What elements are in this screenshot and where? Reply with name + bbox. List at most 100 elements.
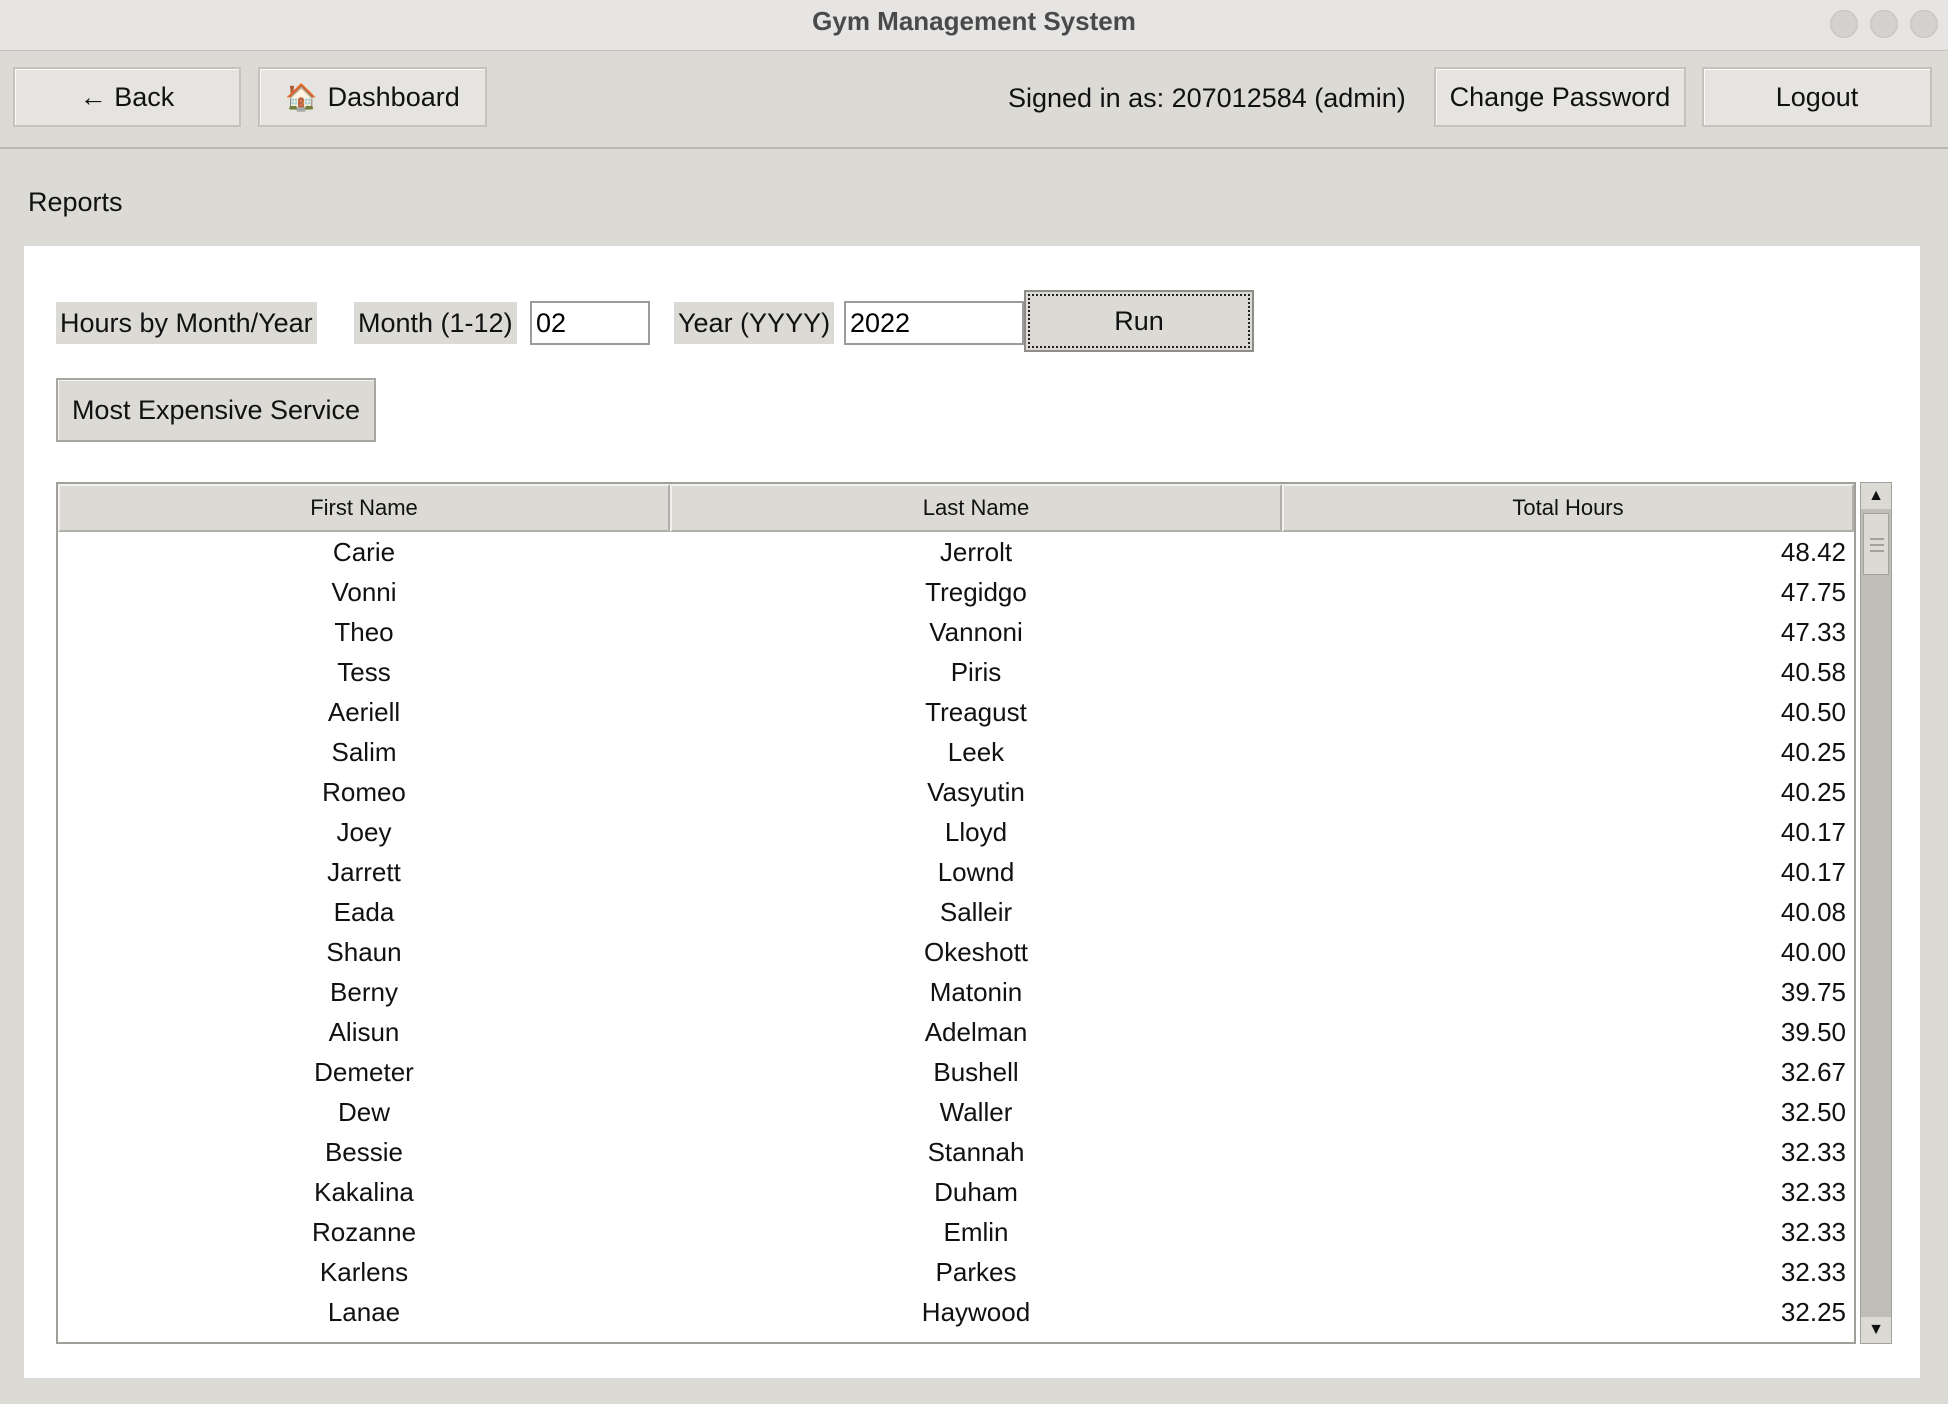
most-expensive-service-button[interactable]: Most Expensive Service <box>56 378 376 442</box>
last-name-cell: Okeshott <box>923 936 1029 967</box>
month-input[interactable] <box>530 301 650 345</box>
last-name-cell: Jerrolt <box>939 536 1013 567</box>
first-name-cell: Joey <box>336 816 392 847</box>
year-input[interactable] <box>844 301 1024 345</box>
window-control-close-icon[interactable] <box>1830 10 1858 38</box>
dashboard-button-label: Dashboard <box>327 81 460 112</box>
table-row[interactable]: Carie Jerrolt 48.42 <box>58 532 1854 572</box>
last-name-cell: Emlin <box>943 1216 1009 1247</box>
total-hours-cell: 40.00 <box>1780 936 1846 967</box>
total-hours-cell: 32.33 <box>1780 1176 1846 1207</box>
last-name-cell: Salleir <box>939 896 1013 927</box>
run-button[interactable]: Run <box>1024 290 1254 352</box>
first-name-cell: Carie <box>332 536 396 567</box>
table-row[interactable]: Rozanne Emlin 32.33 <box>58 1212 1854 1252</box>
total-hours-cell: 32.50 <box>1780 1096 1846 1127</box>
first-name-cell: Dew <box>337 1096 390 1127</box>
window-control-zoom-icon[interactable] <box>1910 10 1938 38</box>
first-name-cell: Lanae <box>327 1296 401 1327</box>
change-password-button[interactable]: Change Password <box>1434 67 1686 127</box>
total-hours-cell: 40.50 <box>1780 696 1846 727</box>
house-icon: 🏠 <box>285 81 318 112</box>
last-name-cell: Vasyutin <box>927 776 1025 807</box>
last-name-cell: Waller <box>939 1096 1013 1127</box>
report-table: First Name Last Name Total Hours Carie Je… <box>56 482 1856 1344</box>
table-body: Carie Jerrolt 48.42 Vonni Tregidgo 47.75 Theo V… <box>58 532 1854 1332</box>
table-row[interactable]: Joey Lloyd 40.17 <box>58 812 1854 852</box>
last-name-cell: Parkes <box>935 1256 1017 1287</box>
scroll-up-icon[interactable]: ▲ <box>1861 483 1891 509</box>
first-name-cell: Bessie <box>324 1136 404 1167</box>
dashboard-button[interactable]: 🏠 Dashboard <box>258 67 487 127</box>
total-hours-cell: 32.33 <box>1780 1256 1846 1287</box>
table-row[interactable]: Romeo Vasyutin 40.25 <box>58 772 1854 812</box>
table-row[interactable]: Theo Vannoni 47.33 <box>58 612 1854 652</box>
table-row[interactable]: Kakalina Duham 32.33 <box>58 1172 1854 1212</box>
first-name-cell: Romeo <box>322 776 406 807</box>
table-row[interactable]: Jarrett Lownd 40.17 <box>58 852 1854 892</box>
column-header-total-hours[interactable]: Total Hours <box>1282 484 1854 532</box>
total-hours-cell: 48.42 <box>1780 536 1846 567</box>
last-name-cell: Haywood <box>921 1296 1031 1327</box>
table-row[interactable]: Bessie Stannah 32.33 <box>58 1132 1854 1172</box>
last-name-cell: Lloyd <box>944 816 1008 847</box>
last-name-cell: Tregidgo <box>925 576 1027 607</box>
scrollbar-thumb[interactable] <box>1863 513 1889 575</box>
first-name-cell: Tess <box>337 656 391 687</box>
window-control-minimize-icon[interactable] <box>1870 10 1898 38</box>
column-header-first-name[interactable]: First Name <box>58 484 670 532</box>
total-hours-cell: 39.75 <box>1780 976 1846 1007</box>
last-name-cell: Duham <box>934 1176 1018 1207</box>
first-name-cell: Kakalina <box>314 1176 414 1207</box>
first-name-cell: Eada <box>333 896 395 927</box>
first-name-cell: Vonni <box>331 576 397 607</box>
last-name-cell: Lownd <box>937 856 1015 887</box>
table-header: First Name Last Name Total Hours <box>58 484 1854 532</box>
last-name-cell: Matonin <box>929 976 1023 1007</box>
last-name-cell: Treagust <box>925 696 1027 727</box>
total-hours-cell: 32.67 <box>1780 1056 1846 1087</box>
total-hours-cell: 39.50 <box>1780 1016 1846 1047</box>
first-name-cell: Alisun <box>328 1016 400 1047</box>
table-row[interactable]: Aeriell Treagust 40.50 <box>58 692 1854 732</box>
table-row[interactable]: Dew Waller 32.50 <box>58 1092 1854 1132</box>
table-row[interactable]: Shaun Okeshott 40.00 <box>58 932 1854 972</box>
window-title: Gym Management System <box>812 6 1136 36</box>
table-row[interactable]: Salim Leek 40.25 <box>58 732 1854 772</box>
table-row[interactable]: Lanae Haywood 32.25 <box>58 1292 1854 1332</box>
last-name-cell: Adelman <box>924 1016 1028 1047</box>
scroll-down-icon[interactable]: ▼ <box>1861 1317 1891 1343</box>
page-title: Reports <box>28 187 123 217</box>
first-name-cell: Karlens <box>319 1256 409 1287</box>
table-row[interactable]: Alisun Adelman 39.50 <box>58 1012 1854 1052</box>
total-hours-cell: 40.08 <box>1780 896 1846 927</box>
hours-by-month-year-label: Hours by Month/Year <box>56 302 317 344</box>
first-name-cell: Demeter <box>314 1056 414 1087</box>
total-hours-cell: 40.25 <box>1780 736 1846 767</box>
signed-in-status: Signed in as: 207012584 (admin) <box>1008 83 1406 113</box>
total-hours-cell: 47.33 <box>1780 616 1846 647</box>
month-label: Month (1-12) <box>354 302 517 344</box>
back-button[interactable]: ← Back <box>13 67 241 127</box>
first-name-cell: Theo <box>334 616 394 647</box>
table-row[interactable]: Vonni Tregidgo 47.75 <box>58 572 1854 612</box>
table-row[interactable]: Eada Salleir 40.08 <box>58 892 1854 932</box>
first-name-cell: Rozanne <box>311 1216 417 1247</box>
table-row[interactable]: Karlens Parkes 32.33 <box>58 1252 1854 1292</box>
table-row[interactable]: Berny Matonin 39.75 <box>58 972 1854 1012</box>
total-hours-cell: 40.58 <box>1780 656 1846 687</box>
first-name-cell: Aeriell <box>327 696 401 727</box>
total-hours-cell: 40.25 <box>1780 776 1846 807</box>
first-name-cell: Shaun <box>326 936 402 967</box>
table-scrollbar[interactable]: ▲ ▼ <box>1860 482 1892 1344</box>
year-label: Year (YYYY) <box>674 302 835 344</box>
reports-panel: Hours by Month/Year Month (1-12) Year (Y… <box>24 246 1920 1378</box>
total-hours-cell: 32.33 <box>1780 1136 1846 1167</box>
table-row[interactable]: Tess Piris 40.58 <box>58 652 1854 692</box>
table-row[interactable]: Demeter Bushell 32.67 <box>58 1052 1854 1092</box>
column-header-last-name[interactable]: Last Name <box>670 484 1282 532</box>
last-name-cell: Vannoni <box>929 616 1023 647</box>
total-hours-cell: 32.33 <box>1780 1216 1846 1247</box>
logout-button[interactable]: Logout <box>1702 67 1932 127</box>
total-hours-cell: 40.17 <box>1780 816 1846 847</box>
